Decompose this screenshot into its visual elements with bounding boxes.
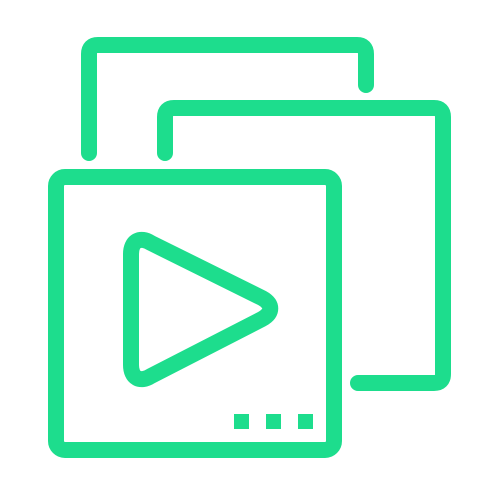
back-frame-icon <box>81 37 374 161</box>
more-dot <box>266 414 281 429</box>
more-dot <box>298 414 313 429</box>
play-icon <box>123 231 279 388</box>
more-dot <box>234 414 249 429</box>
more-dots-icon <box>234 414 313 429</box>
video-gallery-icon-graphic <box>48 37 451 458</box>
video-gallery-icon <box>0 0 500 500</box>
front-frame-icon <box>48 169 342 458</box>
